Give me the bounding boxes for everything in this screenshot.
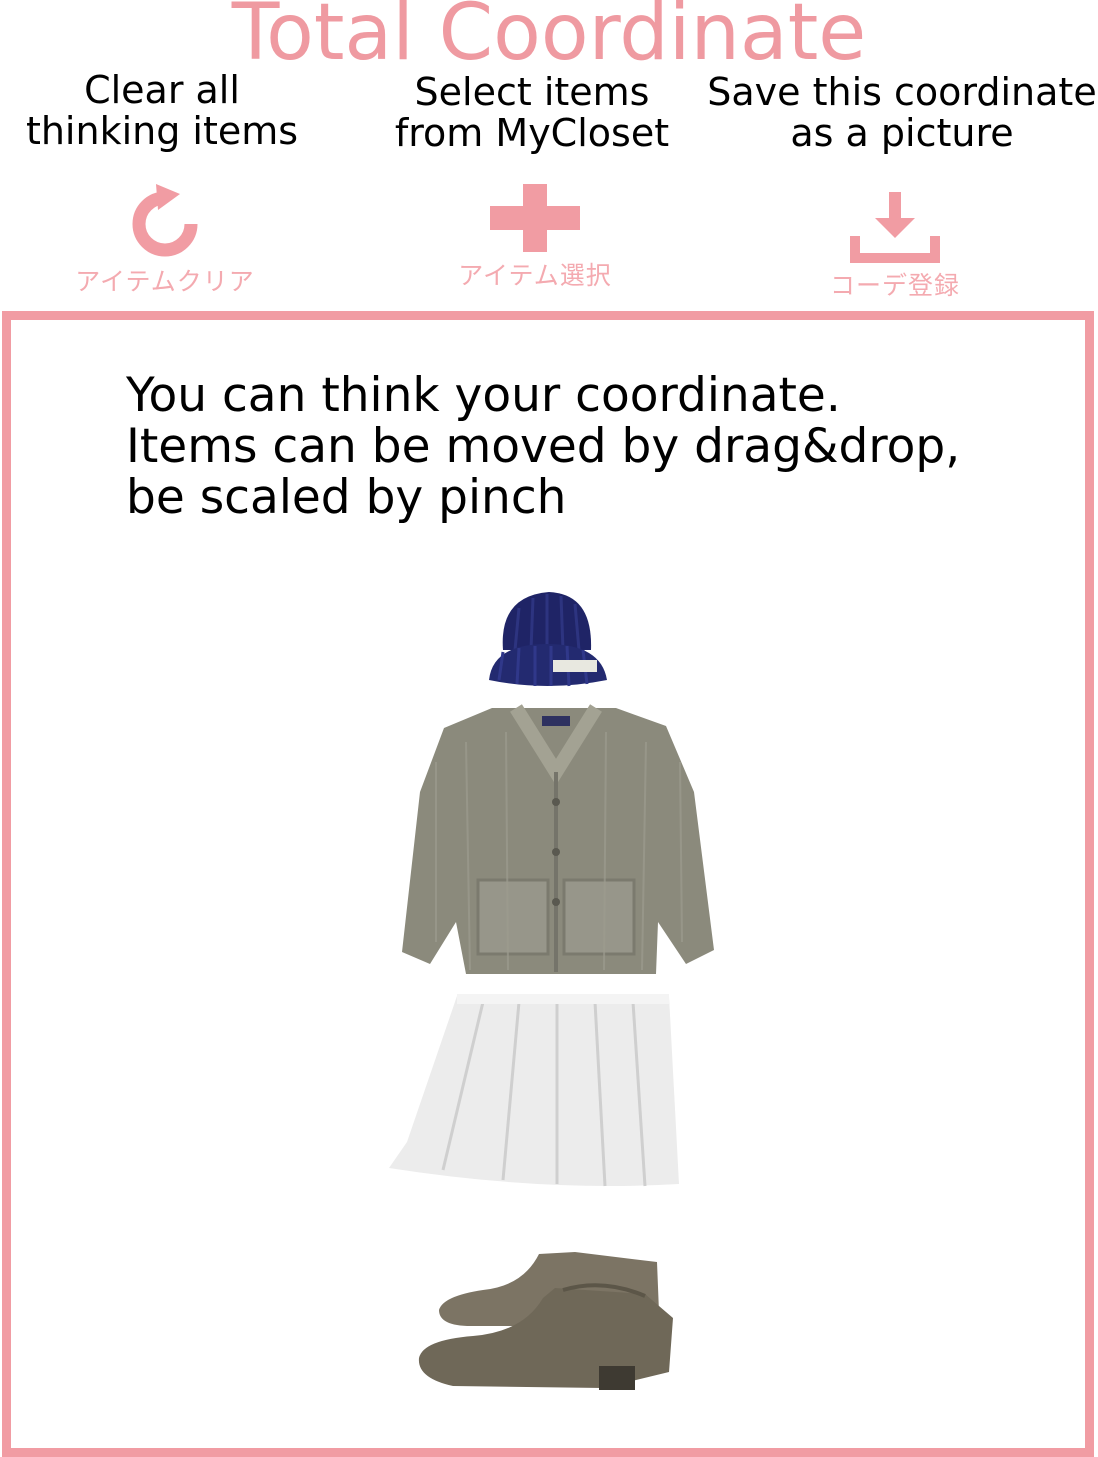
select-items-button[interactable]: アイテム選択 [430,184,640,292]
ankle-boots-item[interactable] [413,1248,681,1394]
clear-items-button[interactable]: アイテムクリア [40,180,290,298]
select-hint-line2: from MyCloset [394,111,670,155]
select-hint: Select items from MyCloset [382,72,682,154]
instruction-line1: You can think your coordinate. [126,368,841,423]
knit-hat-item[interactable] [479,588,615,692]
board-instructions: You can think your coordinate. Items can… [126,370,960,523]
save-coordinate-button[interactable]: コーデ登録 [790,190,1000,302]
page-title: Total Coordinate [231,0,867,78]
clear-hint-line1: Clear all [84,68,240,112]
coordinate-board[interactable]: You can think your coordinate. Items can… [2,311,1094,1457]
clear-hint-line2: thinking items [25,109,299,153]
save-hint-line1: Save this coordinate [707,70,1097,114]
clear-items-label: アイテムクリア [75,267,255,296]
instruction-line2: Items can be moved by drag&drop, [126,419,961,474]
select-hint-line1: Select items [414,70,650,114]
download-icon [850,192,940,263]
instruction-line3: be scaled by pinch [126,470,567,525]
save-hint-line2: as a picture [790,111,1014,155]
save-coordinate-label: コーデ登録 [829,271,960,300]
refresh-icon [132,184,198,257]
cardigan-item[interactable] [396,702,722,984]
plus-icon [490,184,580,252]
clear-hint: Clear all thinking items [12,70,312,152]
skirt-item[interactable] [383,992,683,1192]
select-items-label: アイテム選択 [458,261,612,290]
save-hint: Save this coordinate as a picture [700,72,1098,154]
